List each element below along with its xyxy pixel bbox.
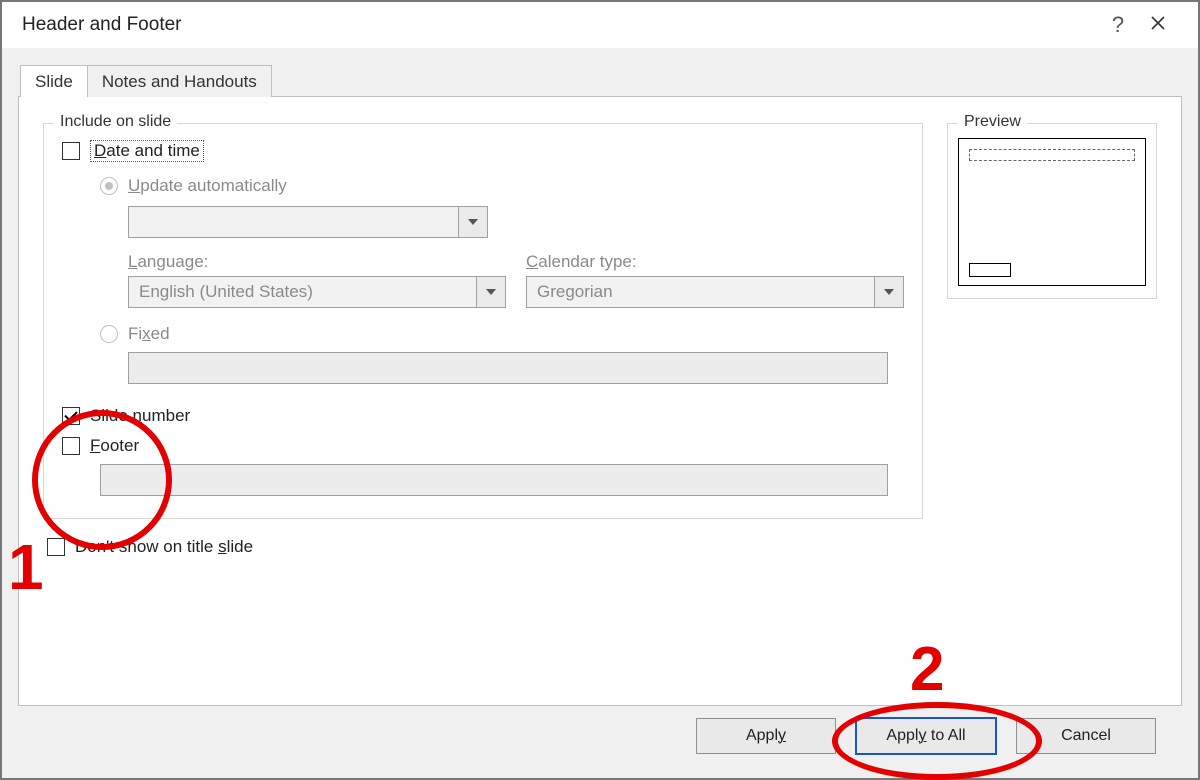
- chevron-down-icon: [468, 219, 478, 225]
- apply-button[interactable]: Apply: [696, 718, 836, 754]
- row-lang-cal: Language: English (United States) Calend…: [128, 252, 904, 308]
- button-bar: Apply Apply to All Cancel: [18, 706, 1182, 768]
- dropdown-language-value: English (United States): [129, 277, 476, 307]
- apply-to-all-button[interactable]: Apply to All: [856, 718, 996, 754]
- preview-header-slot: [969, 149, 1135, 161]
- right-column: Preview: [947, 117, 1157, 681]
- radio-update-auto[interactable]: [100, 177, 118, 195]
- row-dont-show-title: Don't show on title slide: [47, 537, 923, 557]
- dropdown-calendar-button[interactable]: [874, 277, 903, 307]
- dropdown-calendar-value: Gregorian: [527, 277, 874, 307]
- dropdown-date-format-button[interactable]: [458, 207, 487, 237]
- close-button[interactable]: [1138, 14, 1178, 37]
- tab-panel-slide: Include on slide Date and time Update au…: [18, 96, 1182, 706]
- label-fixed: Fixed: [128, 324, 170, 344]
- label-update-auto: Update automatically: [128, 176, 287, 196]
- group-include-on-slide: Include on slide Date and time Update au…: [43, 123, 923, 519]
- group-legend-preview: Preview: [958, 113, 1027, 131]
- tab-strip: Slide Notes and Handouts: [20, 62, 1182, 96]
- section-update-auto: Update automatically Language:: [100, 176, 904, 384]
- dropdown-calendar[interactable]: Gregorian: [526, 276, 904, 308]
- row-update-auto: Update automatically: [100, 176, 904, 196]
- checkbox-slide-number[interactable]: [62, 407, 80, 425]
- row-fixed: Fixed: [100, 324, 904, 344]
- left-column: Include on slide Date and time Update au…: [43, 117, 923, 681]
- tab-notes-handouts[interactable]: Notes and Handouts: [88, 65, 272, 97]
- dialog-title: Header and Footer: [22, 14, 1098, 36]
- preview-thumbnail: [958, 138, 1146, 286]
- dropdown-language-button[interactable]: [476, 277, 505, 307]
- preview-slide-number-slot: [969, 263, 1011, 277]
- row-slide-number: Slide number: [62, 406, 904, 426]
- chevron-down-icon: [486, 289, 496, 295]
- dialog-window: Header and Footer ? Slide Notes and Hand…: [0, 0, 1200, 780]
- dropdown-language[interactable]: English (United States): [128, 276, 506, 308]
- checkbox-dont-show-title[interactable]: [47, 538, 65, 556]
- cancel-button[interactable]: Cancel: [1016, 718, 1156, 754]
- chevron-down-icon: [884, 289, 894, 295]
- group-legend-include: Include on slide: [54, 113, 177, 131]
- radio-fixed[interactable]: [100, 325, 118, 343]
- help-button[interactable]: ?: [1098, 12, 1138, 38]
- preview-footer-row: [969, 263, 1135, 277]
- titlebar: Header and Footer ?: [2, 2, 1198, 48]
- dropdown-date-format[interactable]: [128, 206, 488, 238]
- row-date-time: Date and time: [62, 140, 904, 162]
- input-fixed-date[interactable]: [128, 352, 888, 384]
- dropdown-date-format-value: [129, 207, 458, 237]
- label-slide-number: Slide number: [90, 406, 190, 426]
- tab-slide[interactable]: Slide: [20, 65, 88, 97]
- label-date-time: Date and time: [90, 140, 204, 162]
- label-language: Language:: [128, 252, 506, 272]
- label-footer: Footer: [90, 436, 139, 456]
- label-calendar: Calendar type:: [526, 252, 904, 272]
- row-footer: Footer: [62, 436, 904, 456]
- close-icon: [1150, 15, 1166, 31]
- input-footer[interactable]: [100, 464, 888, 496]
- group-preview: Preview: [947, 123, 1157, 299]
- checkbox-footer[interactable]: [62, 437, 80, 455]
- label-dont-show-title: Don't show on title slide: [75, 537, 253, 557]
- checkbox-date-time[interactable]: [62, 142, 80, 160]
- dialog-body: Slide Notes and Handouts Include on slid…: [2, 48, 1198, 778]
